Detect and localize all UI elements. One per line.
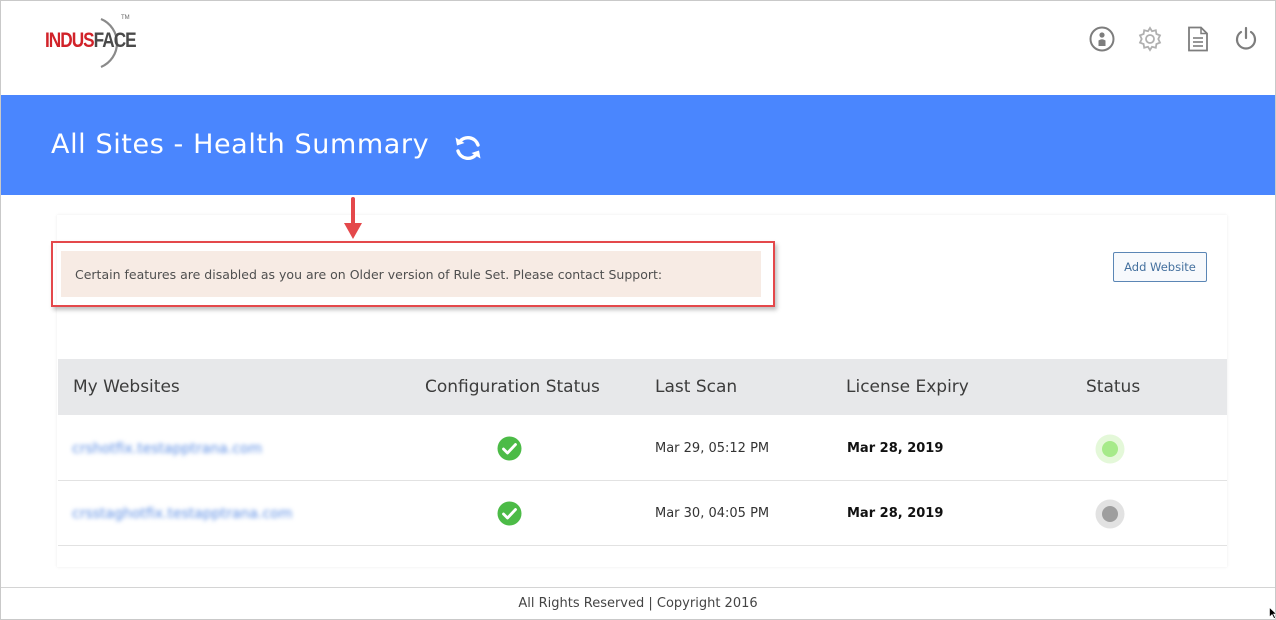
logo-text-indus: INDUS	[45, 29, 95, 52]
websites-table-header: My Websites Configuration Status Last Sc…	[58, 359, 1227, 415]
table-row: crshotfix.testapptrana.com Mar 29, 05:12…	[58, 416, 1227, 481]
table-row: crsstaghotfix.testapptrana.com Mar 30, 0…	[58, 481, 1227, 546]
mouse-cursor-icon	[1269, 607, 1276, 619]
footer-copyright: All Rights Reserved | Copyright 2016	[518, 596, 758, 611]
website-link[interactable]: crsstaghotfix.testapptrana.com	[72, 506, 292, 522]
power-icon[interactable]	[1233, 25, 1259, 53]
license-expiry-value: Mar 28, 2019	[847, 506, 944, 521]
footer: All Rights Reserved | Copyright 2016	[1, 587, 1275, 619]
document-icon[interactable]	[1185, 25, 1211, 53]
header-icons	[1089, 25, 1259, 53]
annotation-arrow-icon	[344, 197, 362, 239]
last-scan-value: Mar 29, 05:12 PM	[655, 441, 770, 456]
column-header-configuration-status[interactable]: Configuration Status	[425, 377, 600, 397]
status-cell	[1095, 416, 1125, 481]
check-circle-icon	[497, 501, 522, 526]
page-header-banner: All Sites - Health Summary	[1, 95, 1275, 195]
config-status-cell	[497, 481, 522, 546]
config-status-cell	[497, 416, 522, 481]
refresh-icon[interactable]	[453, 133, 483, 163]
page-title: All Sites - Health Summary	[51, 129, 430, 160]
logo-text: INDUSFACE	[45, 29, 137, 53]
license-expiry-value: Mar 28, 2019	[847, 441, 944, 456]
alert-highlight-box	[51, 241, 775, 307]
column-header-last-scan[interactable]: Last Scan	[655, 377, 737, 397]
top-bar: TM INDUSFACE	[1, 1, 1275, 95]
status-inactive-indicator-icon	[1095, 499, 1125, 528]
logo-trademark: TM	[121, 15, 130, 21]
column-header-my-websites[interactable]: My Websites	[73, 377, 180, 397]
indusface-logo[interactable]: TM INDUSFACE	[45, 15, 155, 71]
user-circle-icon[interactable]	[1089, 25, 1115, 53]
status-active-indicator-icon	[1095, 434, 1125, 463]
check-circle-icon	[497, 436, 522, 461]
website-link[interactable]: crshotfix.testapptrana.com	[72, 441, 262, 457]
last-scan-value: Mar 30, 04:05 PM	[655, 506, 770, 521]
add-website-button[interactable]: Add Website	[1113, 252, 1207, 282]
logo-text-face: FACE	[93, 29, 137, 52]
gear-icon[interactable]	[1137, 25, 1163, 53]
status-cell	[1095, 481, 1125, 546]
column-header-status[interactable]: Status	[1086, 377, 1140, 397]
column-header-license-expiry[interactable]: License Expiry	[846, 377, 969, 397]
